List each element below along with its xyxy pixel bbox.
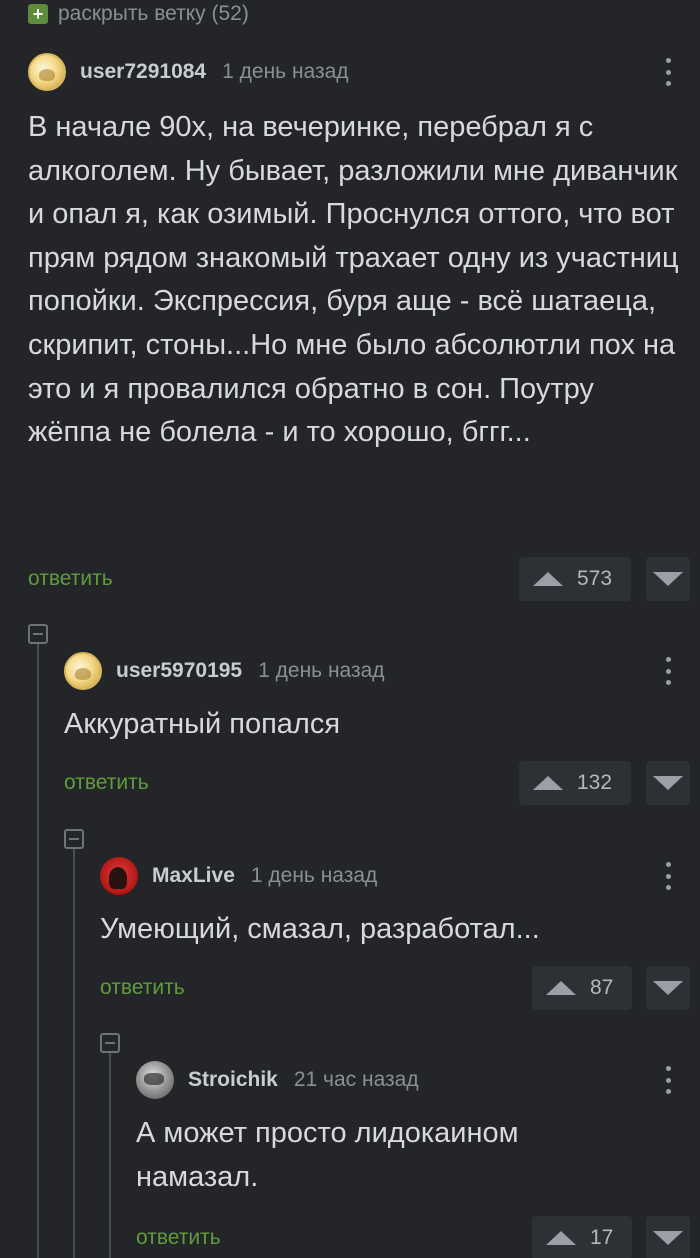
more-vertical-icon[interactable]	[658, 655, 678, 687]
arrow-up-icon	[546, 1231, 576, 1245]
comment: MaxLive 1 день назад Умеющий, смазал, ра…	[100, 856, 700, 1016]
more-vertical-icon[interactable]	[658, 56, 678, 88]
plus-icon: +	[28, 4, 48, 24]
score: 573	[577, 567, 613, 590]
arrow-down-icon	[653, 776, 683, 790]
score: 17	[590, 1226, 614, 1249]
reply-link[interactable]: ответить	[64, 771, 149, 795]
collapse-branch-button[interactable]	[28, 624, 48, 644]
avatar[interactable]	[64, 652, 102, 690]
downvote-button[interactable]	[646, 1216, 690, 1258]
comment-text: Аккуратный попался	[64, 708, 341, 740]
arrow-up-icon	[546, 981, 576, 995]
arrow-down-icon	[653, 572, 683, 586]
comment-header: MaxLive 1 день назад	[100, 856, 377, 896]
timestamp[interactable]: 21 час назад	[294, 1068, 419, 1092]
arrow-down-icon	[653, 1231, 683, 1245]
comment-text: В начале 90х, на вечеринке, перебрал я с…	[28, 111, 679, 449]
comment: user7291084 1 день назад В начале 90х, н…	[28, 52, 700, 612]
comment-text: Умеющий, смазал, разработал...	[100, 913, 540, 945]
more-vertical-icon[interactable]	[658, 860, 678, 892]
arrow-down-icon	[653, 981, 683, 995]
collapse-branch-button[interactable]	[64, 829, 84, 849]
avatar[interactable]	[28, 53, 66, 91]
downvote-button[interactable]	[646, 966, 690, 1010]
username[interactable]: MaxLive	[152, 864, 235, 888]
arrow-up-icon	[533, 572, 563, 586]
score: 87	[590, 976, 614, 999]
upvote-button[interactable]: 17	[532, 1216, 632, 1258]
thread-line	[109, 1053, 111, 1258]
username[interactable]: Stroichik	[188, 1068, 278, 1092]
timestamp[interactable]: 1 день назад	[251, 864, 377, 888]
more-vertical-icon[interactable]	[658, 1064, 678, 1096]
upvote-button[interactable]: 132	[519, 761, 631, 805]
comment-header: user5970195 1 день назад	[64, 651, 385, 691]
upvote-button[interactable]: 87	[532, 966, 632, 1010]
upvote-button[interactable]: 573	[519, 557, 631, 601]
comment: user5970195 1 день назад Аккуратный попа…	[64, 651, 700, 811]
thread-line	[73, 848, 75, 1258]
expand-thread-label: раскрыть ветку (52)	[58, 2, 249, 25]
arrow-up-icon	[533, 776, 563, 790]
thread-line	[37, 644, 39, 1258]
username[interactable]: user7291084	[80, 60, 206, 84]
timestamp[interactable]: 1 день назад	[258, 659, 384, 683]
expand-thread-button[interactable]: + раскрыть ветку (52)	[28, 0, 249, 28]
username[interactable]: user5970195	[116, 659, 242, 683]
comment-header: Stroichik 21 час назад	[136, 1060, 419, 1100]
timestamp[interactable]: 1 день назад	[222, 60, 348, 84]
comment-header: user7291084 1 день назад	[28, 52, 349, 92]
avatar[interactable]	[136, 1061, 174, 1099]
downvote-button[interactable]	[646, 557, 690, 601]
comment: Stroichik 21 час назад А может просто ли…	[136, 1060, 700, 1258]
collapse-branch-button[interactable]	[100, 1033, 120, 1053]
downvote-button[interactable]	[646, 761, 690, 805]
reply-link[interactable]: ответить	[136, 1226, 221, 1250]
avatar[interactable]	[100, 857, 138, 895]
reply-link[interactable]: ответить	[28, 567, 113, 591]
score: 132	[577, 771, 613, 794]
comment-text: А может просто лидокаином намазал.	[136, 1117, 519, 1193]
reply-link[interactable]: ответить	[100, 976, 185, 1000]
